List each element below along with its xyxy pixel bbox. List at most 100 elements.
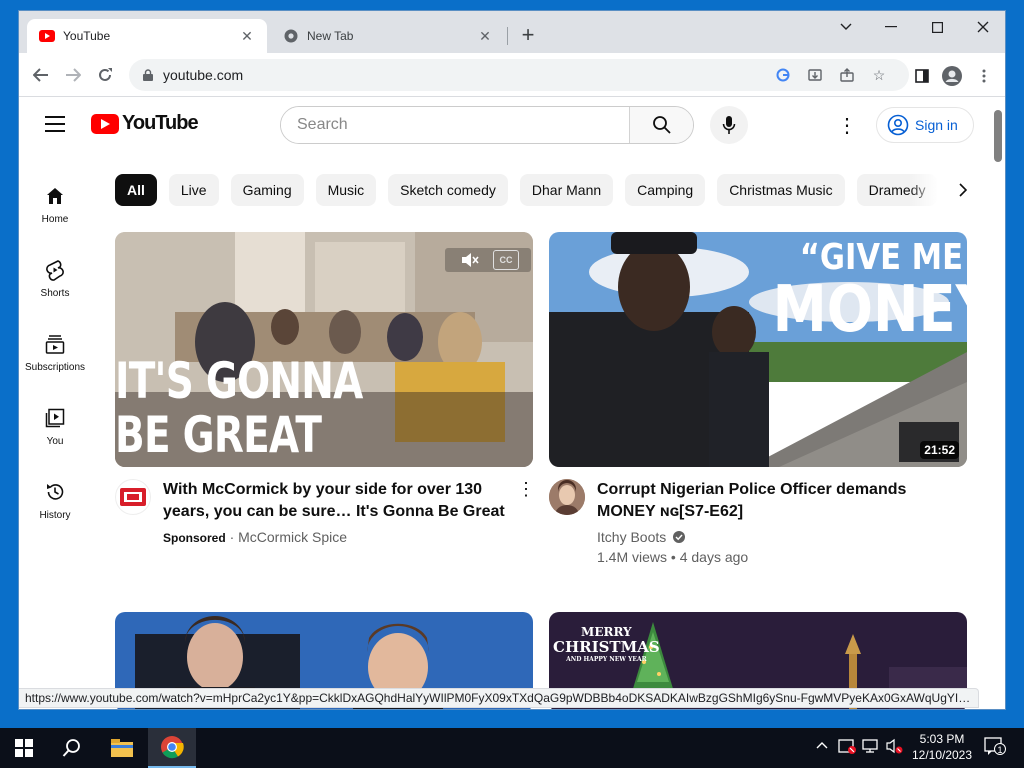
chip-dhar-mann[interactable]: Dhar Mann bbox=[519, 174, 614, 206]
guide-menu-icon[interactable] bbox=[45, 116, 65, 132]
action-center-button[interactable]: 1 bbox=[984, 737, 1006, 760]
sidenav-item-you[interactable]: You bbox=[19, 396, 91, 470]
sign-in-label: Sign in bbox=[915, 117, 958, 133]
upload-age: 4 days ago bbox=[679, 549, 749, 565]
chip-camping[interactable]: Camping bbox=[625, 174, 706, 206]
reload-button[interactable] bbox=[91, 61, 119, 89]
address-url: youtube.com bbox=[163, 67, 244, 83]
link-status-bubble: https://www.youtube.com/watch?v=mHprCa2y… bbox=[19, 688, 979, 708]
chip-next-chevron-icon[interactable] bbox=[951, 178, 975, 202]
volume-muted-icon[interactable] bbox=[886, 738, 904, 757]
channel-name[interactable]: McCormick Spice bbox=[238, 529, 347, 545]
tab-strip: YouTube ✕ New Tab ✕ + bbox=[19, 11, 1005, 53]
chrome-menu-icon[interactable] bbox=[973, 65, 995, 87]
tab-search-chevron-icon[interactable] bbox=[831, 15, 861, 39]
install-app-icon[interactable] bbox=[805, 65, 825, 85]
you-icon bbox=[43, 406, 67, 430]
minimize-button[interactable] bbox=[876, 15, 906, 39]
show-hidden-icons-chevron-icon[interactable] bbox=[816, 738, 828, 752]
search-input[interactable] bbox=[281, 107, 629, 143]
thumbnail-overlay-text: MERRY CHRISTMAS AND HAPPY NEW YEAR bbox=[553, 626, 660, 664]
channel-name[interactable]: Itchy Boots bbox=[597, 529, 666, 545]
browser-window: YouTube ✕ New Tab ✕ + youtube.com ☆ YouT… bbox=[18, 10, 1006, 710]
chip-all[interactable]: All bbox=[115, 174, 157, 206]
voice-search-button[interactable] bbox=[710, 106, 748, 144]
share-icon[interactable] bbox=[837, 65, 857, 85]
back-button[interactable] bbox=[27, 61, 55, 89]
page-scrollbar-thumb[interactable] bbox=[994, 110, 1002, 162]
video-duration: 21:52 bbox=[920, 441, 959, 459]
search-icon bbox=[652, 116, 671, 134]
security-alert-icon[interactable] bbox=[838, 738, 856, 757]
tab-new-tab[interactable]: New Tab ✕ bbox=[271, 19, 505, 53]
side-panel-icon[interactable] bbox=[911, 65, 933, 87]
channel-avatar-itchy-boots[interactable] bbox=[549, 479, 585, 515]
youtube-logo[interactable]: YouTube bbox=[91, 112, 199, 135]
settings-menu-icon[interactable]: ⋮ bbox=[837, 114, 857, 137]
tab-youtube[interactable]: YouTube ✕ bbox=[27, 19, 267, 53]
logo-text: YouTube bbox=[122, 112, 199, 134]
forward-button[interactable] bbox=[59, 61, 87, 89]
address-bar[interactable]: youtube.com ☆ bbox=[129, 59, 909, 91]
video-thumbnail[interactable]: “GIVE ME MONEY” 21:52 bbox=[549, 232, 967, 467]
youtube-page: YouTube ⋮ Sign in All Live Gaming Music … bbox=[19, 98, 1005, 709]
video-title[interactable]: With McCormick by your side for over 130… bbox=[163, 479, 511, 523]
thumbnail-text-line: CHRISTMAS bbox=[553, 638, 660, 656]
sign-in-button[interactable]: Sign in bbox=[876, 107, 974, 143]
thumbnail-text-line: AND HAPPY NEW YEAR bbox=[566, 656, 647, 663]
video-meta: Corrupt Nigerian Police Officer demands … bbox=[549, 479, 967, 567]
closed-captions-button[interactable]: CC bbox=[493, 250, 519, 270]
sidenav-item-home[interactable]: Home bbox=[19, 174, 91, 248]
network-icon[interactable] bbox=[862, 738, 880, 757]
sidenav-label: Shorts bbox=[40, 288, 70, 299]
video-more-options-icon[interactable]: ⋮ bbox=[517, 479, 535, 548]
chip-gaming[interactable]: Gaming bbox=[230, 174, 304, 206]
bookmark-star-icon[interactable]: ☆ bbox=[869, 65, 889, 85]
close-window-button[interactable] bbox=[968, 15, 998, 39]
windows-taskbar: 5:03 PM 12/10/2023 1 bbox=[0, 728, 1024, 768]
verified-badge-icon bbox=[673, 531, 686, 543]
youtube-favicon-icon bbox=[39, 28, 55, 44]
search-button[interactable] bbox=[629, 107, 693, 143]
chrome-favicon-icon bbox=[283, 28, 299, 44]
channel-avatar-mccormick[interactable] bbox=[115, 479, 151, 515]
search-box bbox=[280, 106, 694, 144]
taskbar-search-button[interactable] bbox=[48, 728, 96, 768]
start-button[interactable] bbox=[0, 728, 48, 768]
byline-separator: · bbox=[229, 529, 239, 545]
video-card[interactable]: CC IT'S GONNA BE GREAT With McCormick by… bbox=[115, 232, 535, 548]
tab-close-icon[interactable]: ✕ bbox=[239, 28, 255, 44]
mute-icon[interactable] bbox=[455, 250, 485, 270]
folder-icon bbox=[111, 739, 133, 757]
search-icon bbox=[62, 739, 80, 757]
view-count: 1.4M views bbox=[597, 549, 668, 565]
thumbnail-overlay-text: “GIVE ME MONEY” bbox=[773, 238, 967, 343]
maximize-button[interactable] bbox=[922, 15, 952, 39]
new-tab-button[interactable]: + bbox=[517, 22, 539, 47]
video-thumbnail[interactable]: CC IT'S GONNA BE GREAT bbox=[115, 232, 533, 467]
video-stats: 1.4M views • 4 days ago bbox=[597, 547, 967, 567]
thumbnail-text-line: IT'S GONNA bbox=[115, 352, 363, 410]
video-title[interactable]: Corrupt Nigerian Police Officer demands … bbox=[597, 479, 967, 523]
tab-close-icon[interactable]: ✕ bbox=[477, 28, 493, 44]
thumbnail-overlay-text: IT'S GONNA BE GREAT bbox=[115, 354, 363, 462]
sidenav-item-shorts[interactable]: Shorts bbox=[19, 248, 91, 322]
channel-row: Itchy Boots bbox=[597, 527, 967, 547]
chip-bar: All Live Gaming Music Sketch comedy Dhar… bbox=[19, 168, 1005, 212]
google-translate-icon[interactable] bbox=[773, 65, 793, 85]
profile-avatar-icon[interactable] bbox=[941, 65, 963, 87]
file-explorer-button[interactable] bbox=[98, 728, 146, 768]
sidenav-label: Subscriptions bbox=[24, 362, 86, 373]
chip-live[interactable]: Live bbox=[168, 174, 219, 206]
chip-sketch-comedy[interactable]: Sketch comedy bbox=[388, 174, 508, 206]
video-card[interactable]: “GIVE ME MONEY” 21:52 Corrupt Nigerian P… bbox=[549, 232, 967, 567]
chip-music[interactable]: Music bbox=[315, 174, 377, 206]
sidenav-item-history[interactable]: History bbox=[19, 470, 91, 544]
chip-christmas-music[interactable]: Christmas Music bbox=[717, 174, 845, 206]
sidenav-label: History bbox=[39, 510, 71, 521]
sidenav-item-subscriptions[interactable]: Subscriptions bbox=[19, 322, 91, 396]
home-icon bbox=[43, 184, 67, 208]
lock-icon[interactable] bbox=[141, 68, 155, 82]
chrome-taskbar-button[interactable] bbox=[148, 728, 196, 768]
system-clock[interactable]: 5:03 PM 12/10/2023 bbox=[906, 731, 978, 763]
